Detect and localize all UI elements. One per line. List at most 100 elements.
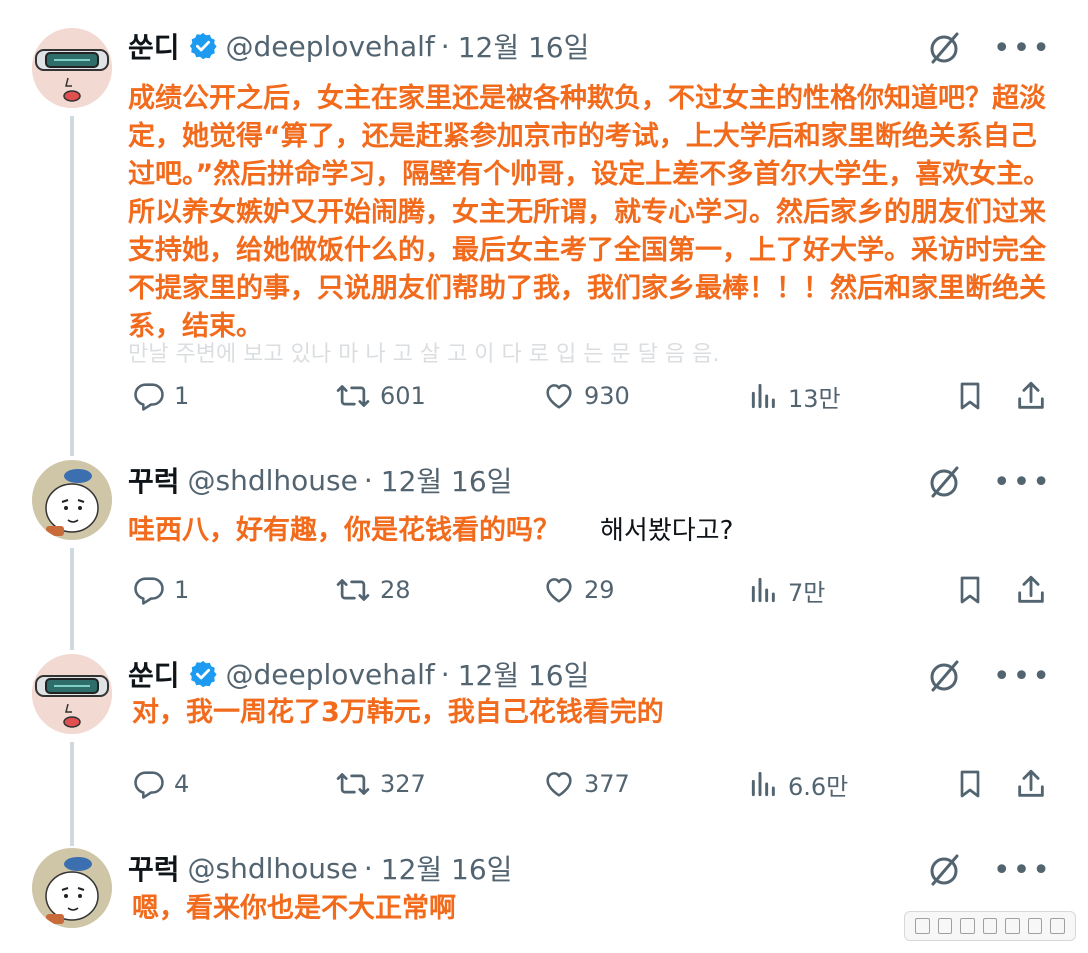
heart-icon	[546, 578, 572, 603]
retweet-icon	[336, 385, 370, 407]
retweet-button[interactable]: 28	[334, 568, 411, 612]
thread-line	[70, 742, 74, 846]
tweet-text: 哇西八，好有趣，你是花钱看的吗？	[128, 515, 560, 546]
reply-count: 1	[174, 382, 190, 410]
tweet-header: 쑨디 @deeplovehalf · 12월 16일	[128, 654, 589, 694]
slashed-circle-icon[interactable]	[925, 28, 963, 70]
avatar-deeplovehalf[interactable]	[32, 28, 112, 108]
view-count: 6.6만	[788, 772, 849, 801]
toolbar-box[interactable]	[1027, 918, 1043, 934]
slashed-circle-icon[interactable]	[925, 850, 963, 892]
like-button[interactable]: 930	[542, 374, 630, 418]
thread-line	[70, 548, 74, 650]
handle[interactable]: @deeplovehalf	[226, 658, 435, 691]
bookmark-button[interactable]	[954, 762, 986, 806]
retweet-button[interactable]: 327	[334, 762, 426, 806]
tweet-actions: 1 601 930 13만	[128, 374, 1052, 418]
separator-dot: ·	[440, 29, 450, 63]
toolbar-box[interactable]	[982, 918, 998, 934]
slashed-circle-icon[interactable]	[925, 656, 963, 698]
handle[interactable]: @shdlhouse	[188, 464, 358, 497]
more-dots-icon[interactable]: •••	[993, 468, 1052, 498]
speech-bubble-icon	[134, 577, 164, 605]
timestamp[interactable]: 12월 16일	[381, 848, 513, 888]
timestamp[interactable]: 12월 16일	[458, 654, 590, 694]
tweet-header-icons: •••	[925, 462, 1052, 504]
bookmark-button[interactable]	[954, 568, 986, 612]
view-count: 13만	[788, 384, 841, 413]
thread-line	[70, 116, 74, 456]
toolbar-box[interactable]	[1050, 918, 1066, 934]
underlying-korean-text: 만날 주변에 보고 있나 마 나 고 살 고 이 다 로 입 는 문 달 음 음…	[128, 342, 720, 367]
tweet-header: 쑨디 @deeplovehalf · 12월 16일	[128, 26, 589, 66]
underlying-korean-text: 해서봤다고?	[600, 516, 734, 546]
reply-count: 4	[174, 770, 190, 798]
display-name[interactable]: 쑨디	[128, 26, 180, 66]
reply-button[interactable]: 1	[132, 568, 189, 612]
like-button[interactable]: 377	[542, 762, 630, 806]
like-count: 29	[584, 576, 615, 604]
share-icon	[1018, 769, 1044, 797]
bookmark-button[interactable]	[954, 374, 986, 418]
verified-badge-icon	[188, 31, 218, 61]
tweet-header: 꾸럭 @shdlhouse · 12월 16일	[128, 460, 512, 500]
tweet-actions: 1 28 29 7만	[128, 568, 1052, 612]
handle[interactable]: @deeplovehalf	[226, 30, 435, 63]
toolbar-box[interactable]	[937, 918, 953, 934]
tweet-text: 成绩公开之后，女主在家里还是被各种欺负，不过女主的性格你知道吧？超淡定，她觉得“…	[128, 83, 1051, 342]
retweet-icon	[336, 773, 370, 795]
tweet-text: 对，我一周花了3万韩元，我自己花钱看完的	[132, 697, 664, 728]
reply-button[interactable]: 1	[132, 374, 189, 418]
retweet-button[interactable]: 601	[334, 374, 426, 418]
share-icon	[1018, 575, 1044, 603]
timestamp[interactable]: 12월 16일	[381, 460, 513, 500]
bookmark-icon	[960, 382, 980, 410]
views-button[interactable]: 7만	[748, 568, 825, 612]
handle[interactable]: @shdlhouse	[188, 852, 358, 885]
bookmark-icon	[960, 576, 980, 604]
tweet-header: 꾸럭 @shdlhouse · 12월 16일	[128, 848, 512, 888]
bar-chart-icon	[751, 771, 775, 797]
avatar-deeplovehalf[interactable]	[32, 654, 112, 734]
heart-icon	[546, 772, 572, 797]
timestamp[interactable]: 12월 16일	[458, 26, 590, 66]
like-count: 377	[584, 770, 630, 798]
tweet-2[interactable]: 꾸럭 @shdlhouse · 12월 16일 ••• 哇西八，好有趣，你是花钱…	[0, 440, 1088, 650]
more-dots-icon[interactable]: •••	[993, 856, 1052, 886]
toolbar-box[interactable]	[915, 918, 930, 934]
more-dots-icon[interactable]: •••	[993, 662, 1052, 692]
share-button[interactable]	[1014, 374, 1048, 418]
display-name[interactable]: 꾸럭	[128, 460, 180, 500]
speech-bubble-icon	[134, 383, 164, 411]
tweet-1[interactable]: 쑨디 @deeplovehalf · 12월 16일 ••• 成绩公开之后，女主…	[0, 0, 1088, 456]
retweet-count: 28	[380, 576, 411, 604]
display-name[interactable]: 쑨디	[128, 654, 180, 694]
toolbar-box[interactable]	[1005, 918, 1020, 934]
tweet-header-icons: •••	[925, 850, 1052, 892]
tweet-3[interactable]: 쑨디 @deeplovehalf · 12월 16일 ••• 对，我一周花了3万…	[0, 640, 1088, 846]
slashed-circle-icon[interactable]	[925, 462, 963, 504]
separator-dot: ·	[363, 851, 373, 885]
like-button[interactable]: 29	[542, 568, 615, 612]
views-button[interactable]: 13만	[748, 374, 841, 418]
avatar-shdlhouse[interactable]	[32, 460, 112, 540]
view-count: 7만	[788, 578, 826, 607]
bar-chart-icon	[751, 383, 775, 409]
retweet-count: 601	[380, 382, 426, 410]
toolbar-box[interactable]	[960, 918, 975, 934]
like-count: 930	[584, 382, 630, 410]
verified-badge-icon	[188, 659, 218, 689]
views-button[interactable]: 6.6만	[748, 762, 848, 806]
display-name[interactable]: 꾸럭	[128, 848, 180, 888]
retweet-icon	[336, 579, 370, 601]
retweet-count: 327	[380, 770, 426, 798]
share-icon	[1018, 381, 1044, 409]
tweet-actions: 4 327 377 6.6만	[128, 762, 1052, 806]
reply-button[interactable]: 4	[132, 762, 189, 806]
more-dots-icon[interactable]: •••	[993, 34, 1052, 64]
heart-icon	[546, 384, 572, 409]
share-button[interactable]	[1014, 762, 1048, 806]
avatar-shdlhouse[interactable]	[32, 848, 112, 928]
image-toolbar[interactable]	[904, 911, 1076, 941]
share-button[interactable]	[1014, 568, 1048, 612]
